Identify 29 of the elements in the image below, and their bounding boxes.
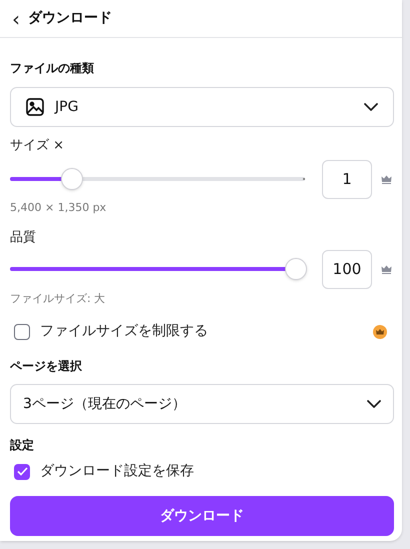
page-dropdown[interactable]: 3ページ（現在のページ） [10,384,394,424]
value-field[interactable]: 100 [322,250,372,288]
panel-title: ダウンロード [28,9,112,28]
back-button[interactable]: ‹ [12,8,20,28]
section-label: サイズ × [10,137,66,155]
section-label: 設定 [10,437,35,454]
dropdown-value: 3ページ（現在のページ） [23,394,187,414]
checkbox[interactable] [14,324,30,340]
chevron-down-icon [367,400,381,408]
section-label: 品質 [10,229,37,247]
crown-icon [381,174,392,184]
file-type-dropdown[interactable]: JPG [10,87,394,127]
file-size-text: ファイルサイズ: 大 [10,290,106,306]
chevron-down-icon [364,103,378,111]
section-label: ページを選択 [10,358,83,375]
crown-icon [381,264,392,274]
checkbox-label: ファイルサイズを制限する [40,322,208,341]
checkmark-icon [16,467,28,476]
slider[interactable] [10,257,305,281]
value-field[interactable]: 1 [322,160,372,198]
slider[interactable] [10,167,305,191]
image-icon [26,98,44,116]
dimensions-text: 5,400 × 1,350 px [10,200,108,216]
download-button[interactable]: ダウンロード [10,496,394,536]
checkbox[interactable] [14,464,30,480]
section-label: ファイルの種類 [10,60,95,77]
crown-icon [373,324,387,338]
dropdown-value: JPG [55,98,80,116]
checkbox-label: ダウンロード設定を保存 [40,462,194,481]
